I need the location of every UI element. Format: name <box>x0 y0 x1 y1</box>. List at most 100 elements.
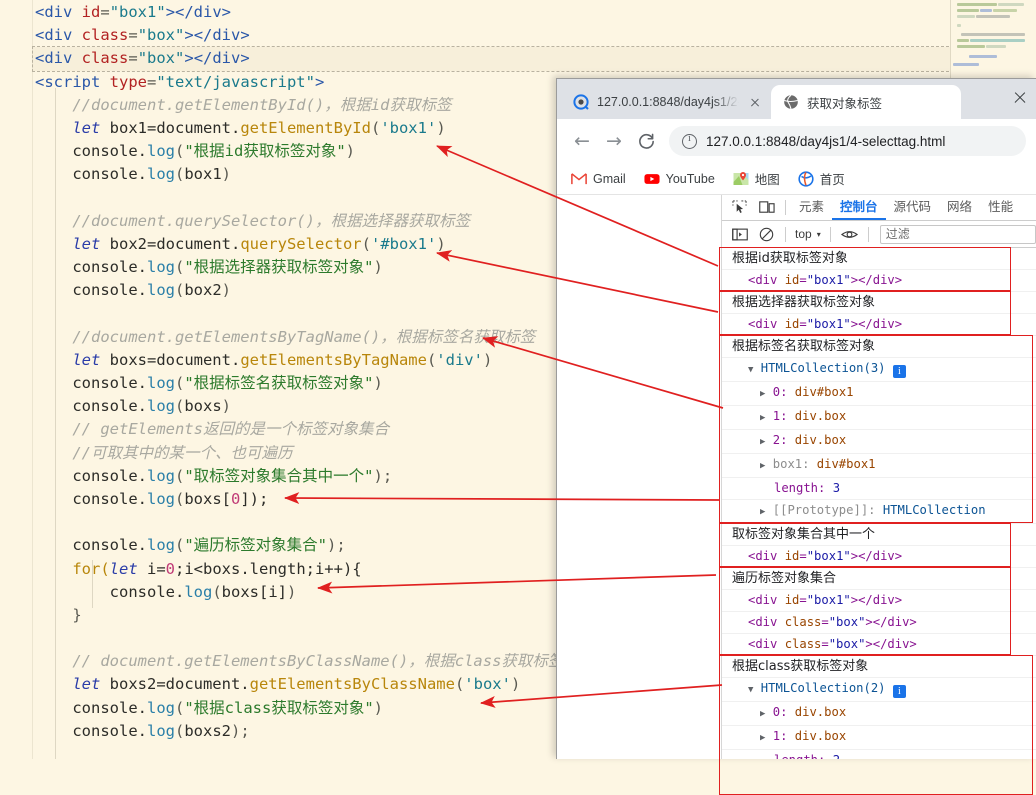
code-token: ( <box>361 234 371 253</box>
window-close-button[interactable] <box>1012 89 1028 105</box>
code-token: ( <box>174 142 185 161</box>
console-toolbar[interactable]: top ▾ 过滤 <box>722 221 1036 248</box>
minimap-line <box>998 3 1024 6</box>
console-dom-row[interactable]: <div id="box1"></div> <box>722 314 1036 336</box>
live-expression-eye-icon[interactable] <box>836 222 863 246</box>
back-button[interactable]: ← <box>567 126 597 156</box>
console-log-label[interactable]: 根据class获取标签对象 <box>722 656 1036 678</box>
bookmark-youtube[interactable]: YouTube <box>644 171 715 187</box>
code-token: log <box>146 258 175 277</box>
console-property-row[interactable]: ▶ 1: div.box <box>722 726 1036 750</box>
console-dom-row[interactable]: <div class="box"></div> <box>722 612 1036 634</box>
browser-tab-active[interactable]: 获取对象标签 <box>771 85 961 119</box>
code-token: console. <box>72 489 147 508</box>
execution-context-select[interactable]: top ▾ <box>791 227 825 241</box>
minimap-line <box>957 24 961 27</box>
info-circle-icon[interactable] <box>682 133 697 149</box>
code-token: // getElements返回的是一个标签对象集合 <box>72 420 389 439</box>
devtools-tab-bar[interactable]: 元素 控制台 源代码 网络 性能 <box>722 195 1036 221</box>
code-line[interactable]: <div id="box1"></div> <box>33 1 953 24</box>
console-property-row[interactable]: ▶ box1: div#box1 <box>722 454 1036 478</box>
code-token: log <box>146 489 175 508</box>
browser-tab-inactive[interactable]: 127.0.0.1:8848/day4js1/2-basic <box>561 85 771 119</box>
code-token: ); <box>373 466 393 485</box>
code-token: let <box>72 234 101 253</box>
tab-console[interactable]: 控制台 <box>832 195 886 220</box>
close-icon[interactable] <box>747 94 763 110</box>
minimap-line <box>957 45 985 48</box>
tab-elements[interactable]: 元素 <box>791 195 832 220</box>
console-log-label[interactable]: 根据标签名获取标签对象 <box>722 336 1036 358</box>
tab-network[interactable]: 网络 <box>939 195 980 220</box>
bookmark-gmail[interactable]: Gmail <box>571 171 626 187</box>
console-property-row[interactable]: length: 2 <box>722 750 1036 759</box>
clear-console-icon[interactable] <box>753 222 780 246</box>
bookmarks-bar[interactable]: Gmail YouTube 地图 首页 <box>557 163 1036 195</box>
inspect-element-icon[interactable] <box>726 196 753 220</box>
console-property-row[interactable]: ▶ 1: div.box <box>722 406 1036 430</box>
url-text: 127.0.0.1:8848/day4js1/4-selecttag.html <box>706 133 946 149</box>
console-log-label[interactable]: 遍历标签对象集合 <box>722 568 1036 590</box>
console-log-label[interactable]: 取标签对象集合其中一个 <box>722 524 1036 546</box>
console-property-row[interactable]: ▶ 0: div#box1 <box>722 382 1036 406</box>
browser-tab-strip[interactable]: 127.0.0.1:8848/day4js1/2-basic 获取对象标签 <box>557 79 1036 119</box>
bookmark-label: 首页 <box>819 173 845 187</box>
chrome-browser-window[interactable]: 127.0.0.1:8848/day4js1/2-basic 获取对象标签 ← … <box>556 78 1036 759</box>
browser-toolbar[interactable]: ← → 127.0.0.1:8848/day4js1/4-selecttag.h… <box>557 119 1036 163</box>
console-prototype-row[interactable]: ▶ [[Prototype]]: HTMLCollection <box>722 500 1036 524</box>
code-token: ></div> <box>165 3 232 21</box>
code-token: "根据id获取标签对象" <box>184 142 346 161</box>
minimap-line <box>957 15 975 18</box>
code-token: i= <box>137 559 166 578</box>
console-dom-row[interactable]: <div id="box1"></div> <box>722 546 1036 568</box>
code-token: log <box>146 142 175 161</box>
tab-sources[interactable]: 源代码 <box>886 195 940 220</box>
code-token: querySelector <box>240 234 362 253</box>
code-token: boxs[ <box>184 489 231 508</box>
code-line[interactable]: <div class="box"></div> <box>33 24 953 47</box>
console-property-row[interactable]: ▶ 0: div.box <box>722 702 1036 726</box>
code-token: ( <box>174 165 185 184</box>
code-token: 0 <box>231 489 241 508</box>
console-log-label[interactable]: 根据选择器获取标签对象 <box>722 292 1036 314</box>
console-dom-row[interactable]: <div id="box1"></div> <box>722 590 1036 612</box>
code-token: ) <box>373 258 383 277</box>
code-token: for( <box>72 559 110 578</box>
minimap-line <box>953 63 979 66</box>
page-viewport[interactable] <box>557 195 722 759</box>
devtools-panel[interactable]: 元素 控制台 源代码 网络 性能 top ▾ 过滤 根据id获取标签对象 <di… <box>722 195 1036 759</box>
device-toolbar-icon[interactable] <box>753 196 780 220</box>
code-token: ) <box>221 397 231 416</box>
console-object-header[interactable]: ▼ HTMLCollection(3) i <box>722 358 1036 382</box>
bookmark-maps[interactable]: 地图 <box>733 169 780 188</box>
toolbar-divider <box>867 226 869 242</box>
console-log-label[interactable]: 根据id获取标签对象 <box>722 248 1036 270</box>
code-token: ) <box>345 142 355 161</box>
code-token: 'box' <box>464 675 511 694</box>
address-bar[interactable]: 127.0.0.1:8848/day4js1/4-selecttag.html <box>669 126 1026 156</box>
code-line[interactable]: <div class="box"></div> <box>32 46 954 72</box>
code-token: log <box>146 698 175 717</box>
code-token: ]); <box>240 489 269 508</box>
console-dom-row[interactable]: <div id="box1"></div> <box>722 270 1036 292</box>
code-token: console. <box>72 281 147 300</box>
console-object-header[interactable]: ▼ HTMLCollection(2) i <box>722 678 1036 702</box>
code-token: boxs2 <box>184 721 231 740</box>
chevron-down-icon: ▾ <box>816 229 821 239</box>
editor-gutter <box>0 0 33 759</box>
code-token: "根据class获取标签对象" <box>184 698 374 717</box>
console-property-row[interactable]: length: 3 <box>722 478 1036 500</box>
console-filter-input[interactable]: 过滤 <box>879 224 1036 244</box>
console-dom-row[interactable]: <div class="box"></div> <box>722 634 1036 656</box>
console-sidebar-icon[interactable] <box>726 222 753 246</box>
code-token: console. <box>72 721 147 740</box>
forward-button[interactable]: → <box>599 126 629 156</box>
code-token: let <box>109 559 138 578</box>
console-property-row[interactable]: ▶ 2: div.box <box>722 430 1036 454</box>
tab-title: 获取对象标签 <box>807 96 883 111</box>
reload-button[interactable] <box>631 126 661 156</box>
bookmark-home[interactable]: 首页 <box>798 169 845 188</box>
console-output[interactable]: 根据id获取标签对象 <div id="box1"></div> 根据选择器获取标签… <box>722 248 1036 759</box>
tab-performance[interactable]: 性能 <box>980 195 1021 220</box>
code-token: log <box>146 466 175 485</box>
